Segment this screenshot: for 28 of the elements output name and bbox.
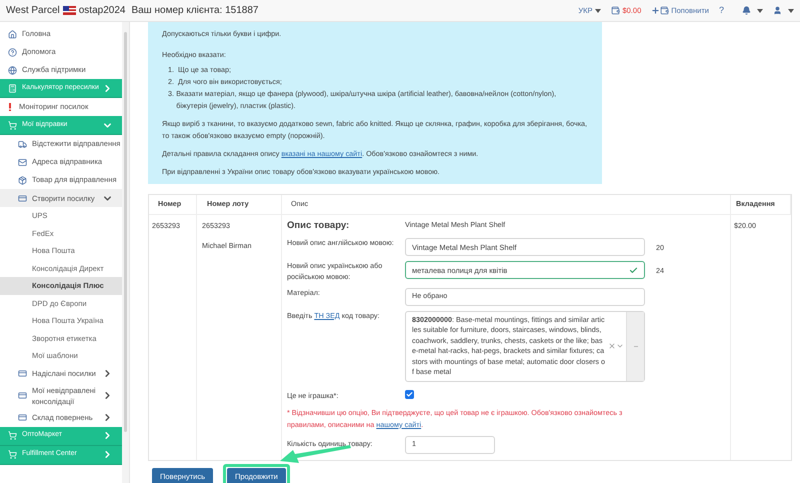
cart-icon <box>8 431 17 440</box>
user-icon[interactable] <box>773 6 782 15</box>
plus-icon <box>651 6 660 15</box>
client-number: Ваш номер клієнта: 151887 <box>131 4 258 18</box>
calculator-icon <box>8 84 17 92</box>
help-link[interactable]: ? <box>718 4 724 18</box>
bell-icon[interactable] <box>742 6 751 15</box>
scrollbar[interactable] <box>122 22 129 483</box>
truck-icon <box>18 140 27 148</box>
envelope-icon <box>18 158 27 166</box>
section-heading: Опис товару: <box>287 219 350 233</box>
wallet-icon <box>611 6 620 15</box>
checkbox[interactable] <box>405 390 414 399</box>
cart-icon <box>8 120 17 130</box>
box-icon <box>18 176 27 184</box>
hs-code-select[interactable] <box>405 310 645 382</box>
clear-icon[interactable] <box>608 342 616 350</box>
globe-icon <box>8 66 17 74</box>
caret-icon <box>788 8 794 12</box>
caret-icon <box>757 8 763 12</box>
wallet-icon <box>660 6 670 15</box>
help-icon <box>8 48 17 56</box>
caret-icon <box>595 8 602 12</box>
check-icon <box>629 266 638 275</box>
home-icon <box>8 30 17 38</box>
brand-name[interactable]: West Parcel <box>6 3 60 18</box>
username: ostap2024 <box>78 4 126 18</box>
flag-icon <box>62 6 76 15</box>
